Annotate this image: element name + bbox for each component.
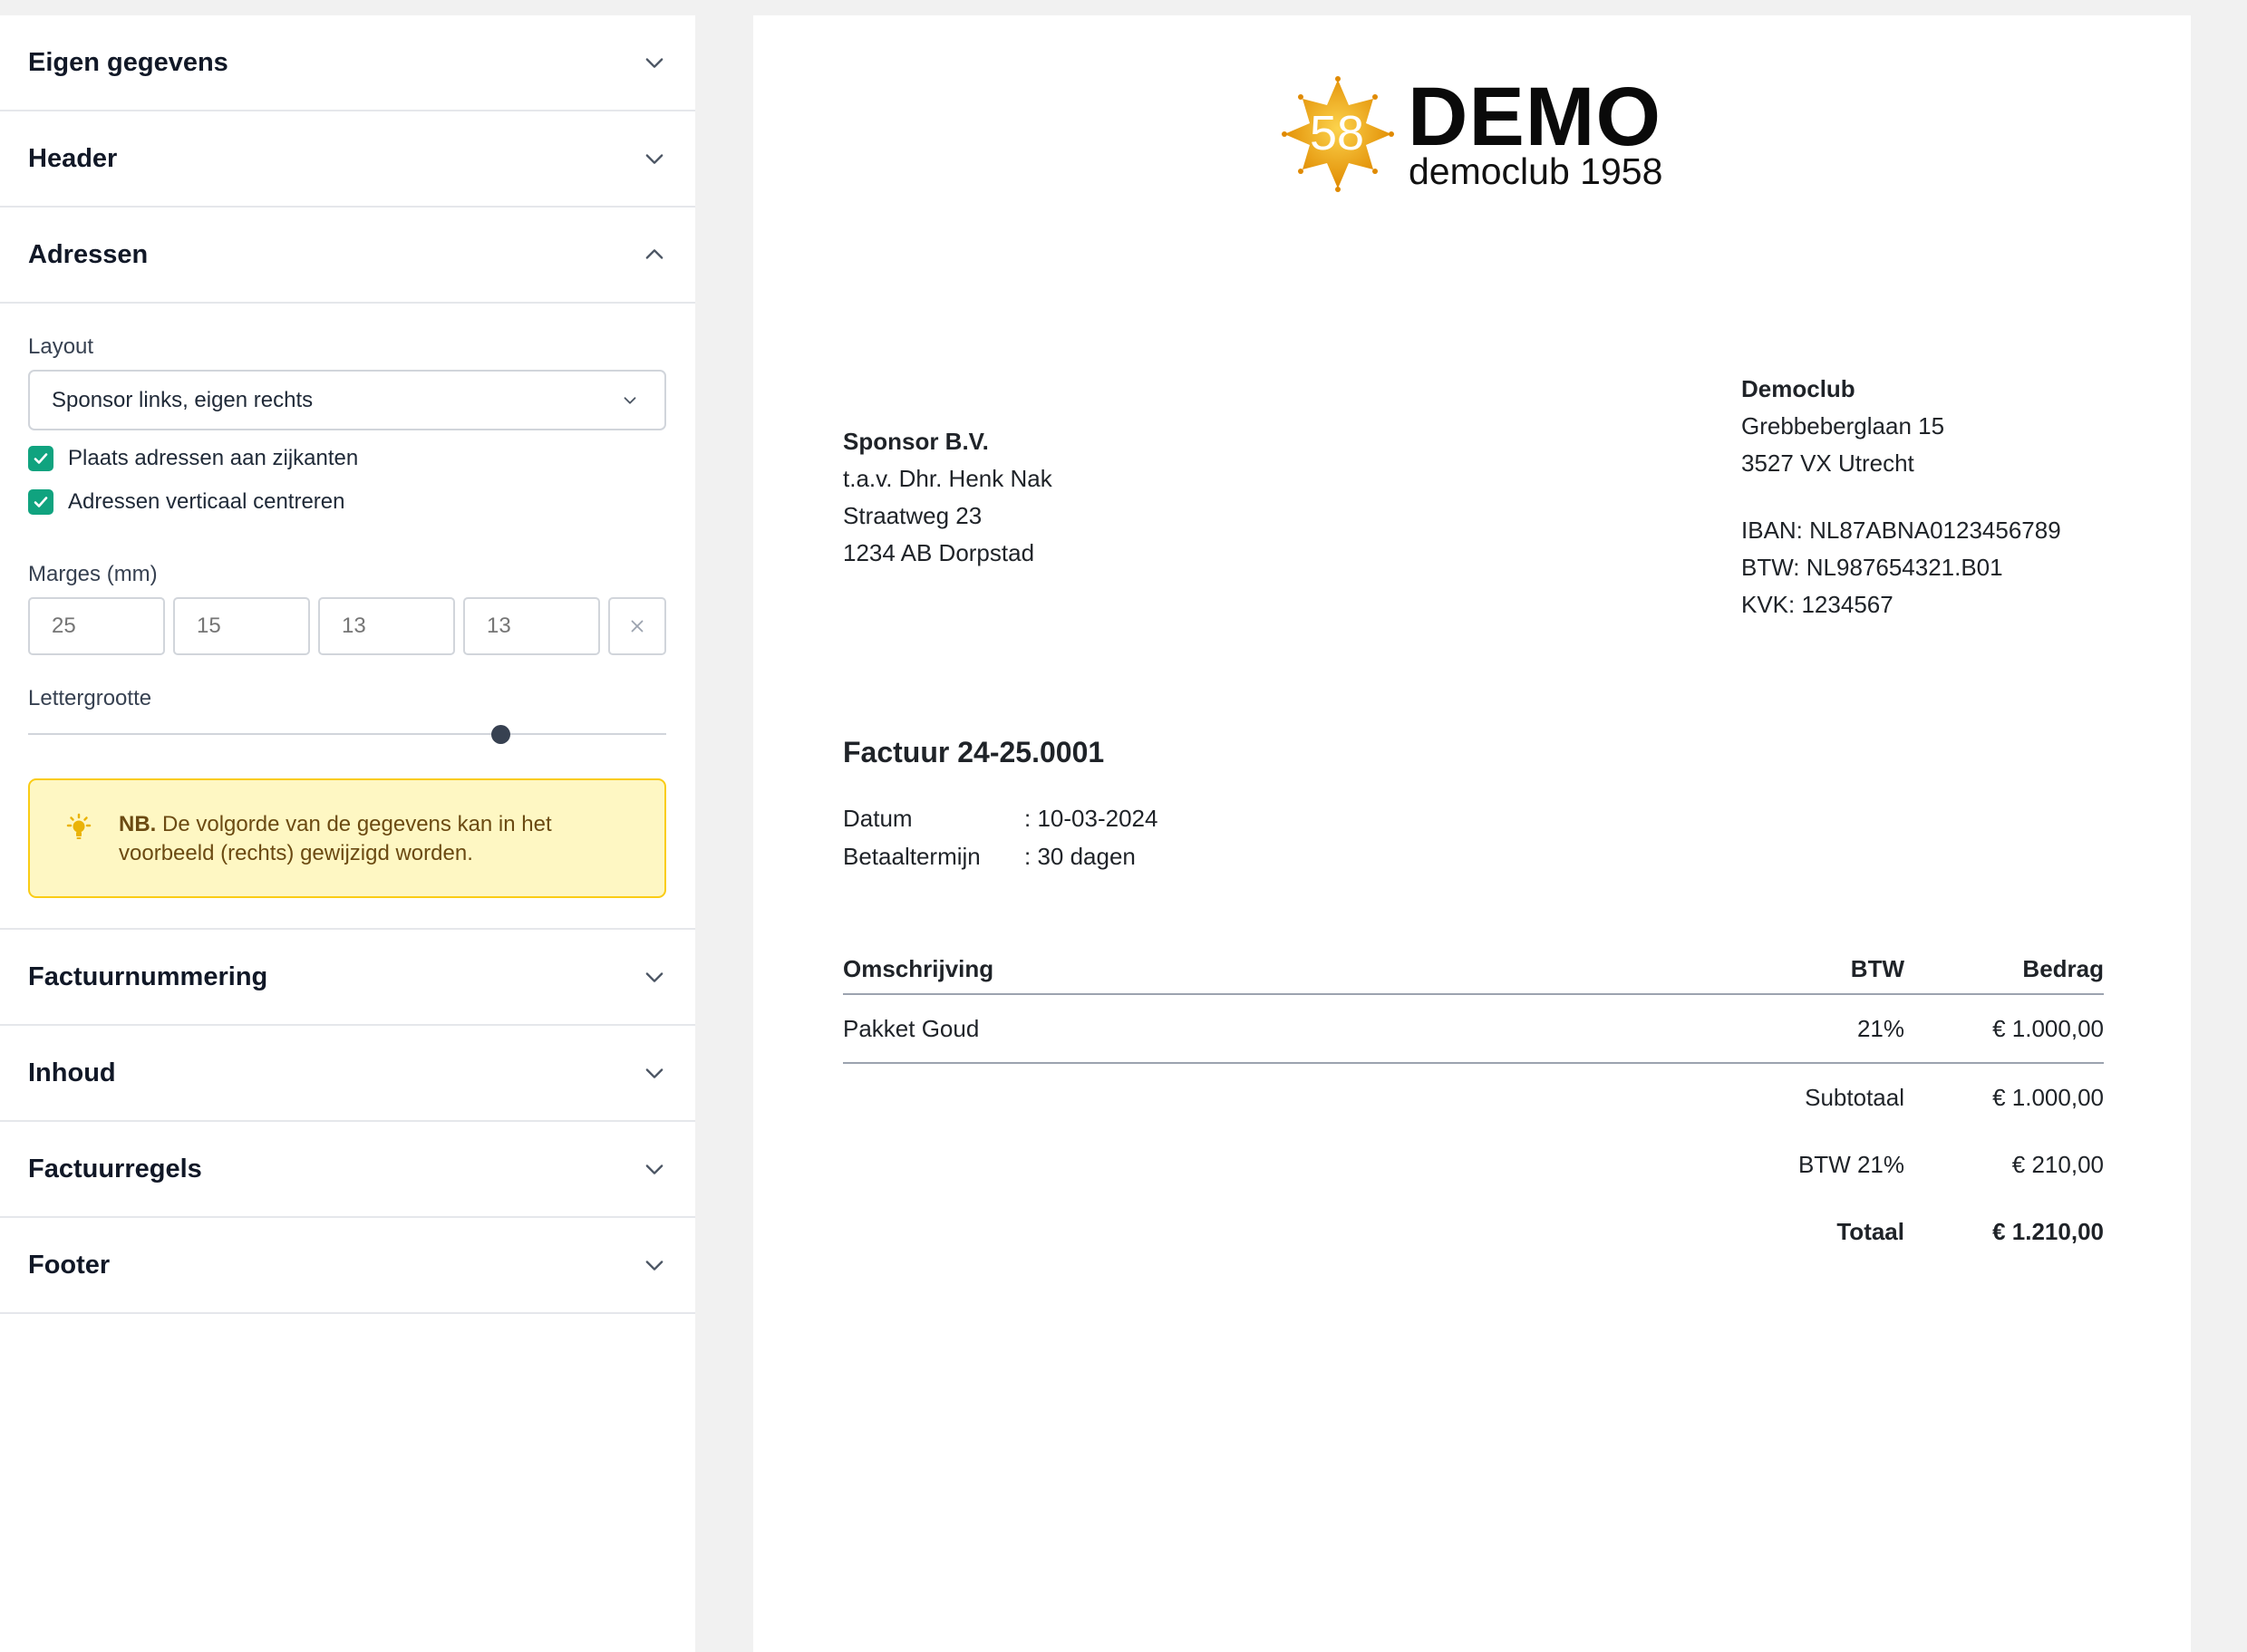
chevron-down-icon — [642, 50, 667, 75]
chevron-down-icon — [642, 146, 667, 171]
slider-thumb[interactable] — [490, 725, 510, 744]
sender-btw: BTW: NL987654321.B01 — [1741, 554, 2003, 581]
summary-value: € 1.000,00 — [1992, 1083, 2104, 1111]
lightbulb-icon — [66, 813, 92, 839]
section-footer[interactable]: Footer — [0, 1218, 695, 1314]
checkbox-sides-label: Plaats adressen aan zijkanten — [68, 446, 359, 470]
recipient-line: 1234 AB Dorpstad — [843, 539, 1035, 566]
meta-key: Datum — [843, 804, 913, 832]
row-btw: 21% — [1856, 1014, 1904, 1042]
font-size-label: Lettergrootte — [28, 686, 152, 710]
summary-total: Totaal € 1.210,00 — [843, 1198, 2104, 1265]
section-adressen[interactable]: Adressen — [0, 208, 695, 304]
chevron-down-icon — [642, 1156, 667, 1182]
row-amount: € 1.000,00 — [1992, 1014, 2104, 1042]
recipient-line: Straatweg 23 — [843, 502, 983, 529]
checkbox-row-sides[interactable]: Plaats adressen aan zijkanten — [28, 446, 358, 471]
check-icon — [34, 497, 48, 507]
meta-row-date: Datum : 10-03-2024 — [843, 799, 1157, 837]
section-title: Adressen — [28, 239, 149, 269]
section-title: Header — [28, 143, 118, 173]
meta-value: : 30 dagen — [1024, 842, 1136, 870]
sender-line: 3527 VX Utrecht — [1741, 449, 1914, 477]
chevron-up-icon — [642, 242, 667, 267]
section-title: Inhoud — [28, 1058, 116, 1087]
meta-value: : 10-03-2024 — [1024, 804, 1158, 832]
header-amount: Bedrag — [2022, 954, 2104, 982]
summary-subtotal: Subtotaal € 1.000,00 — [843, 1064, 2104, 1131]
checkbox-center[interactable] — [28, 489, 53, 515]
section-title: Factuurnummering — [28, 961, 268, 991]
notice-text: NB. De volgorde van de gegevens kan in h… — [119, 810, 637, 896]
notice-body: De volgorde van de gegevens kan in het v… — [119, 812, 552, 865]
margins-group — [28, 597, 666, 655]
layout-select[interactable]: Sponsor links, eigen rechts — [28, 370, 666, 430]
row-description: Pakket Goud — [843, 1014, 980, 1042]
header-btw: BTW — [1850, 954, 1904, 982]
sender-name: Democlub — [1741, 375, 1855, 402]
check-icon — [34, 453, 48, 464]
section-factuurnummering[interactable]: Factuurnummering — [0, 930, 695, 1026]
logo-title: DEMO — [1408, 71, 1661, 163]
invoice-preview: 58 DEMO democlub 1958 Sponsor B.V. t.a.v… — [753, 15, 2191, 1652]
summary-btw: BTW 21% € 210,00 — [843, 1131, 2104, 1198]
header-description: Omschrijving — [843, 954, 994, 982]
margin-left-input[interactable] — [463, 597, 600, 655]
section-factuurregels[interactable]: Factuurregels — [0, 1122, 695, 1218]
checkbox-sides[interactable] — [28, 446, 53, 471]
summary-label: Subtotaal — [1805, 1083, 1904, 1111]
sender-line: Grebbeberglaan 15 — [1741, 412, 1945, 440]
meta-key: Betaaltermijn — [843, 842, 981, 870]
summary-value: € 1.210,00 — [1992, 1217, 2104, 1245]
margin-top-input[interactable] — [28, 597, 165, 655]
clear-margins-button[interactable] — [608, 597, 666, 655]
meta-row-term: Betaaltermijn : 30 dagen — [843, 837, 1157, 875]
sender-address: Democlub Grebbeberglaan 15 3527 VX Utrec… — [1741, 371, 2061, 623]
invoice-meta: Datum : 10-03-2024 Betaaltermijn : 30 da… — [843, 799, 1157, 875]
adressen-panel: Layout Sponsor links, eigen rechts Plaat… — [0, 304, 695, 930]
chevron-down-icon — [642, 964, 667, 990]
table-row: Pakket Goud 21% € 1.000,00 — [843, 995, 2104, 1064]
club-logo: 58 DEMO democlub 1958 — [1279, 66, 1732, 202]
settings-sidebar: Eigen gegevens Header Adressen Layout Sp… — [0, 15, 695, 1652]
slider-track — [28, 733, 666, 735]
chevron-down-icon — [642, 1060, 667, 1086]
sun-badge-icon: 58 — [1282, 76, 1394, 192]
table-header: Omschrijving BTW Bedrag — [843, 944, 2104, 995]
section-header[interactable]: Header — [0, 111, 695, 208]
font-size-slider[interactable] — [28, 725, 666, 744]
checkbox-center-label: Adressen verticaal centreren — [68, 489, 345, 514]
invoice-table: Omschrijving BTW Bedrag Pakket Goud 21% … — [843, 944, 2104, 1265]
summary-value: € 210,00 — [2011, 1150, 2104, 1178]
info-notice: NB. De volgorde van de gegevens kan in h… — [28, 778, 666, 898]
margin-bottom-input[interactable] — [318, 597, 455, 655]
sender-kvk: KVK: 1234567 — [1741, 591, 1893, 618]
close-icon — [631, 620, 644, 633]
margin-right-input[interactable] — [173, 597, 310, 655]
section-title: Footer — [28, 1250, 111, 1280]
notice-bold: NB. — [119, 812, 157, 836]
summary-label: BTW 21% — [1797, 1150, 1904, 1178]
section-title: Factuurregels — [28, 1154, 202, 1183]
chevron-down-icon — [617, 388, 643, 413]
recipient-line: t.a.v. Dhr. Henk Nak — [843, 465, 1052, 492]
recipient-address: Sponsor B.V. t.a.v. Dhr. Henk Nak Straat… — [843, 423, 1052, 572]
checkbox-row-center[interactable]: Adressen verticaal centreren — [28, 489, 344, 515]
logo-number: 58 — [1310, 106, 1364, 160]
margins-label: Marges (mm) — [28, 562, 158, 586]
summary-label: Totaal — [1836, 1217, 1904, 1245]
layout-label: Layout — [28, 334, 94, 359]
layout-select-value: Sponsor links, eigen rechts — [52, 387, 314, 412]
recipient-name: Sponsor B.V. — [843, 428, 989, 455]
section-eigen-gegevens[interactable]: Eigen gegevens — [0, 15, 695, 111]
invoice-title: Factuur 24-25.0001 — [843, 736, 1105, 768]
section-title: Eigen gegevens — [28, 47, 228, 77]
chevron-down-icon — [642, 1252, 667, 1278]
section-inhoud[interactable]: Inhoud — [0, 1026, 695, 1122]
sender-iban: IBAN: NL87ABNA0123456789 — [1741, 517, 2061, 544]
logo-subtitle: democlub 1958 — [1409, 150, 1663, 192]
